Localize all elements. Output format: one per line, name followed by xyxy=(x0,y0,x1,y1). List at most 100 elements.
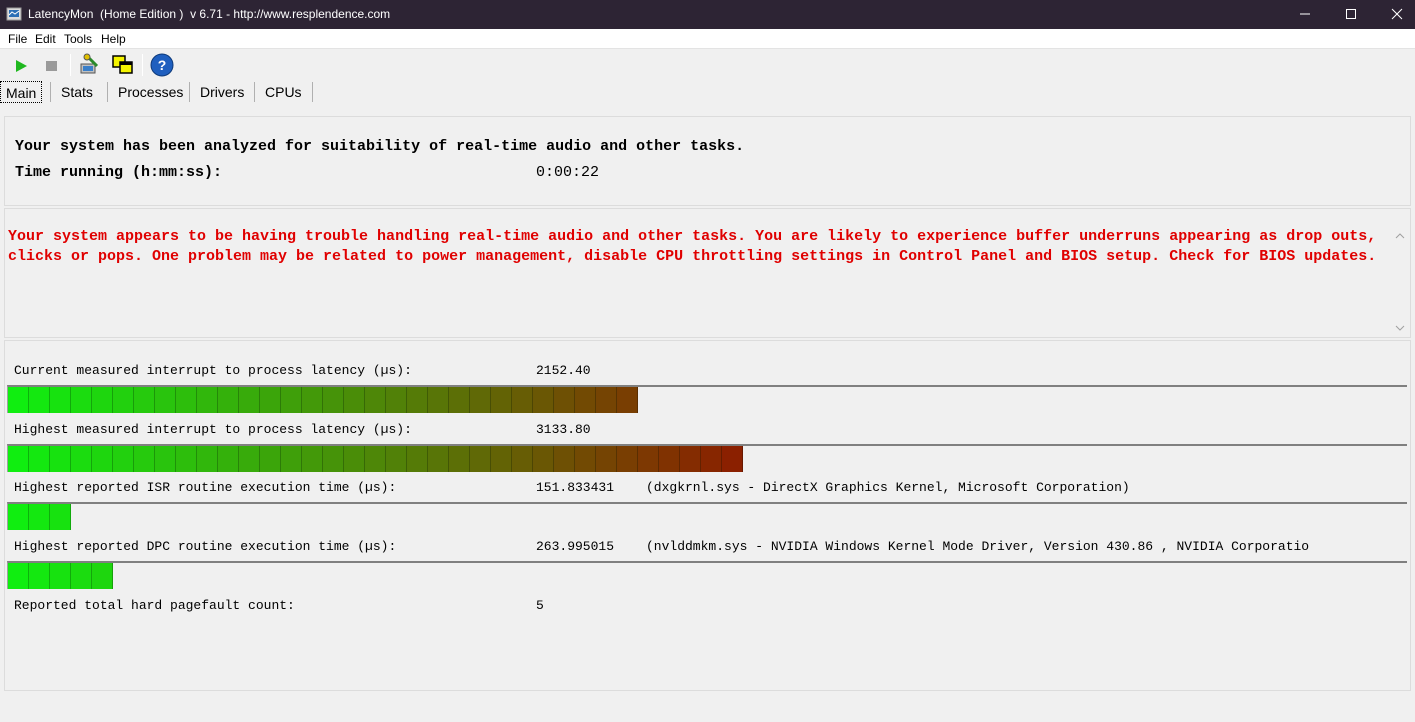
windows-button[interactable] xyxy=(110,52,136,78)
pagefault-value: 5 xyxy=(536,598,544,613)
bar-segment xyxy=(260,446,281,472)
dpc-time-value: 263.995015 xyxy=(536,539,615,554)
bar-segment xyxy=(575,446,596,472)
tab-main[interactable]: Main xyxy=(0,81,43,103)
time-running-label: Time running (h:mm:ss): xyxy=(15,164,223,181)
warning-panel: Your system appears to be having trouble… xyxy=(4,208,1411,338)
bar-segment xyxy=(659,446,680,472)
bar-segment xyxy=(491,387,512,413)
bar-segment xyxy=(575,387,596,413)
bar-segment xyxy=(365,387,386,413)
close-button[interactable] xyxy=(1374,0,1415,29)
bar-segment xyxy=(71,446,92,472)
menu-edit[interactable]: Edit xyxy=(35,32,56,46)
tab-stats[interactable]: Stats xyxy=(56,80,98,104)
tab-separator xyxy=(254,82,255,102)
minimize-button[interactable] xyxy=(1282,0,1328,29)
stop-button[interactable] xyxy=(39,52,65,78)
bar-segment xyxy=(407,387,428,413)
bar-segment xyxy=(92,446,113,472)
tab-cpus[interactable]: CPUs xyxy=(260,80,307,104)
menu-file[interactable]: File xyxy=(8,32,27,46)
bar-segment xyxy=(323,446,344,472)
bar-segment xyxy=(344,446,365,472)
warning-message: Your system appears to be having trouble… xyxy=(8,228,1377,265)
bar-fill xyxy=(8,504,71,530)
tab-processes[interactable]: Processes xyxy=(113,80,188,104)
bar-fill xyxy=(8,563,113,589)
toolbar: ? xyxy=(0,50,1415,80)
scroll-up-icon[interactable] xyxy=(1394,231,1406,241)
bar-segment xyxy=(29,446,50,472)
bar-segment xyxy=(8,446,29,472)
bar-segment xyxy=(71,563,92,589)
tab-separator xyxy=(107,82,108,102)
highest-latency-value: 3133.80 xyxy=(536,422,591,437)
bar-segment xyxy=(470,446,491,472)
current-latency-label: Current measured interrupt to process la… xyxy=(14,363,412,378)
time-running-value: 0:00:22 xyxy=(536,164,600,181)
play-icon xyxy=(16,60,27,72)
scroll-down-icon[interactable] xyxy=(1394,323,1406,333)
driver-tool-button[interactable] xyxy=(77,52,103,78)
bar-segment xyxy=(512,446,533,472)
svg-text:?: ? xyxy=(158,57,167,73)
current-latency-bar xyxy=(7,385,1407,413)
bar-segment xyxy=(50,504,71,530)
tab-separator xyxy=(50,82,51,102)
bar-segment xyxy=(155,446,176,472)
bar-segment xyxy=(50,446,71,472)
bar-segment xyxy=(344,387,365,413)
bar-segment xyxy=(92,563,113,589)
close-icon xyxy=(1391,8,1403,20)
bar-segment xyxy=(134,387,155,413)
dpc-time-label: Highest reported DPC routine execution t… xyxy=(14,539,397,554)
bar-segment xyxy=(8,387,29,413)
isr-time-label: Highest reported ISR routine execution t… xyxy=(14,480,397,495)
bar-segment xyxy=(680,446,701,472)
stop-icon xyxy=(46,61,57,71)
driver-tool-icon xyxy=(80,53,99,74)
bar-fill xyxy=(8,387,638,413)
bar-segment xyxy=(29,563,50,589)
bar-segment xyxy=(722,446,743,472)
window-title: LatencyMon (Home Edition ) v 6.71 - http… xyxy=(28,7,391,21)
analysis-line: Your system has been analyzed for suitab… xyxy=(15,138,745,155)
current-latency-value: 2152.40 xyxy=(536,363,591,378)
dpc-time-bar xyxy=(7,561,1407,589)
bar-segment xyxy=(134,446,155,472)
bar-segment xyxy=(218,387,239,413)
bar-segment xyxy=(386,446,407,472)
bar-segment xyxy=(71,387,92,413)
app-icon xyxy=(6,7,22,21)
bar-segment xyxy=(449,446,470,472)
help-button[interactable]: ? xyxy=(149,52,175,78)
maximize-button[interactable] xyxy=(1328,0,1374,29)
bar-segment xyxy=(113,446,134,472)
menu-tools[interactable]: Tools xyxy=(64,32,92,46)
bar-segment xyxy=(197,446,218,472)
bar-segment xyxy=(239,387,260,413)
bar-fill xyxy=(8,446,743,472)
tab-separator xyxy=(189,82,190,102)
highest-latency-label: Highest measured interrupt to process la… xyxy=(14,422,412,437)
summary-panel: Your system has been analyzed for suitab… xyxy=(4,116,1411,206)
bar-segment xyxy=(533,446,554,472)
bar-segment xyxy=(617,387,638,413)
bar-segment xyxy=(29,504,50,530)
bar-segment xyxy=(533,387,554,413)
menu-help[interactable]: Help xyxy=(101,32,126,46)
bar-segment xyxy=(428,387,449,413)
toolbar-separator xyxy=(70,54,71,76)
bar-segment xyxy=(260,387,281,413)
bar-segment xyxy=(470,387,491,413)
tab-separator xyxy=(312,82,313,102)
bar-segment xyxy=(407,446,428,472)
bar-segment xyxy=(491,446,512,472)
tab-drivers[interactable]: Drivers xyxy=(195,80,249,104)
dpc-driver-detail: (nvlddmkm.sys - NVIDIA Windows Kernel Mo… xyxy=(646,539,1310,554)
isr-time-bar xyxy=(7,502,1407,530)
bar-segment xyxy=(281,387,302,413)
bar-segment xyxy=(50,387,71,413)
start-button[interactable] xyxy=(8,52,34,78)
